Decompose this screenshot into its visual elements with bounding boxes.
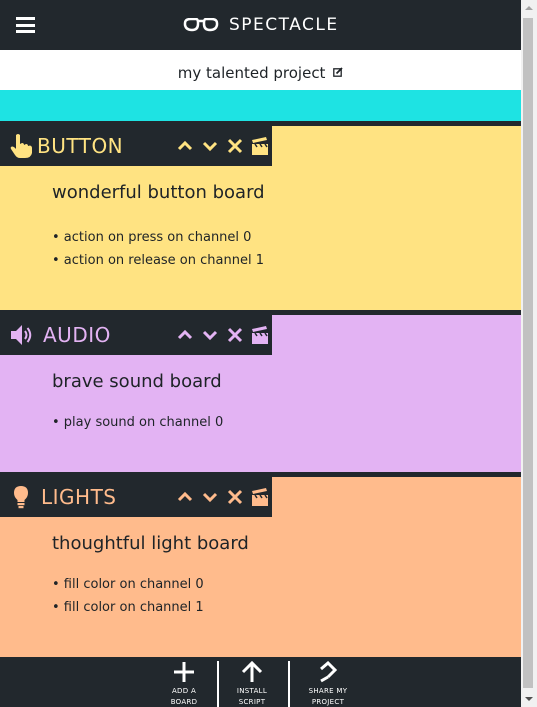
board-actions-list: • play sound on channel 0: [52, 411, 223, 434]
install-script-button[interactable]: INSTALL SCRIPT: [228, 657, 276, 707]
clapperboard-icon[interactable]: [251, 325, 269, 345]
move-down-icon[interactable]: [201, 487, 219, 507]
arrow-up-icon: [241, 661, 263, 682]
scroll-down-arrow-icon[interactable]: [521, 690, 537, 707]
scrollbar-thumb[interactable]: [523, 18, 533, 688]
footer-toolbar: ADD A BOARD INSTALL SCRIPT SHARE MY PROJECT: [0, 657, 521, 707]
vertical-scrollbar[interactable]: [521, 0, 537, 707]
project-title-text: my talented project: [177, 64, 326, 82]
footer-label: SHARE MY PROJECT: [308, 687, 348, 706]
board-type-label: BUTTON: [37, 134, 124, 158]
clapperboard-icon[interactable]: [251, 136, 269, 156]
board-audio: AUDIO brave sound board • play sound on …: [0, 315, 521, 472]
delete-icon[interactable]: [226, 487, 244, 507]
board-button: BUTTON wonderful button board • action o…: [0, 126, 521, 310]
board-name[interactable]: thoughtful light board: [52, 533, 249, 554]
footer-label: ADD A BOARD: [170, 687, 198, 706]
move-down-icon[interactable]: [201, 325, 219, 345]
board-action-item[interactable]: • play sound on channel 0: [52, 411, 223, 434]
share-project-button[interactable]: SHARE MY PROJECT: [300, 657, 356, 707]
footer-divider: [217, 661, 219, 707]
edit-icon[interactable]: [333, 67, 343, 77]
board-type-label: LIGHTS: [41, 485, 117, 509]
footer-divider: [288, 661, 290, 707]
project-title[interactable]: my talented project: [178, 64, 343, 82]
move-up-icon[interactable]: [176, 487, 194, 507]
board-tab: AUDIO: [0, 315, 272, 355]
clapperboard-icon[interactable]: [251, 487, 269, 507]
pointing-hand-icon: [10, 134, 32, 158]
lightbulb-icon: [14, 486, 28, 509]
board-tab: LIGHTS: [0, 477, 272, 517]
scroll-up-arrow-icon[interactable]: [521, 0, 537, 17]
app-header: SPECTACLE: [0, 0, 521, 50]
share-icon: [320, 661, 338, 683]
board-actions-list: • fill color on channel 0 • fill color o…: [52, 573, 204, 619]
board-action-item[interactable]: • fill color on channel 0: [52, 573, 204, 596]
delete-icon[interactable]: [226, 325, 244, 345]
move-up-icon[interactable]: [176, 325, 194, 345]
board-lights: LIGHTS thoughtful light board • fill col…: [0, 477, 521, 657]
hamburger-icon[interactable]: [16, 16, 35, 34]
move-up-icon[interactable]: [176, 136, 194, 156]
footer-label: INSTALL SCRIPT: [236, 687, 268, 706]
board-action-item[interactable]: • action on release on channel 1: [52, 249, 264, 272]
add-board-button[interactable]: ADD A BOARD: [160, 657, 208, 707]
spectacles-logo: [183, 18, 219, 32]
board-actions-list: • action on press on channel 0 • action …: [52, 226, 264, 272]
project-title-bar: my talented project: [0, 50, 521, 90]
board-tab: BUTTON: [0, 126, 272, 166]
board-name[interactable]: brave sound board: [52, 371, 222, 392]
speaker-icon: [11, 325, 32, 345]
app-window: SPECTACLE my talented project BUTTON won…: [0, 0, 521, 707]
delete-icon[interactable]: [226, 136, 244, 156]
board-type-label: AUDIO: [43, 323, 111, 347]
brand-logo: SPECTACLE: [183, 13, 339, 37]
app-name: SPECTACLE: [229, 15, 339, 35]
board-name[interactable]: wonderful button board: [52, 182, 265, 203]
board-action-item[interactable]: • fill color on channel 1: [52, 596, 204, 619]
move-down-icon[interactable]: [201, 136, 219, 156]
cyan-board-bottom: [0, 90, 521, 121]
plus-icon: [174, 662, 194, 682]
board-action-item[interactable]: • action on press on channel 0: [52, 226, 264, 249]
